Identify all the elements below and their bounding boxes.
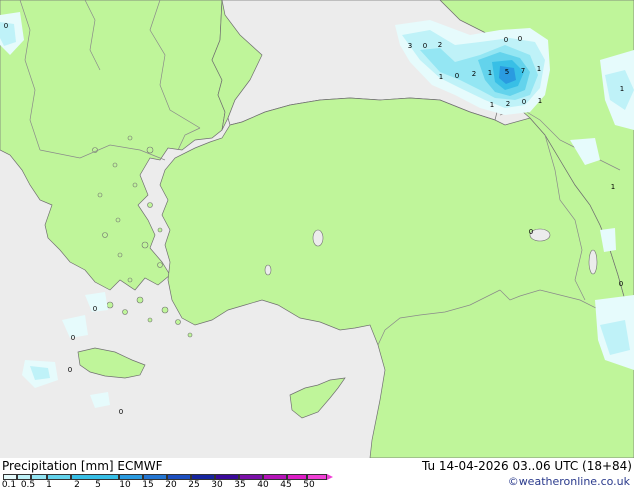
precip-value: 3 (408, 42, 412, 50)
model-name: ECMWF (117, 459, 163, 473)
precip-value: 0 (68, 366, 72, 374)
precip-value: 0 (93, 305, 97, 313)
precip-value: 0 (455, 72, 459, 80)
precip-value: 7 (521, 67, 525, 75)
precip-value: 1 (620, 85, 624, 93)
precip-value: 0 (619, 280, 623, 288)
valid-time: Tu 14-04-2026 03..06 UTC (18+84) (421, 459, 632, 473)
credit-link[interactable]: ©weatheronline.co.uk (508, 475, 630, 488)
precip-value: 1 (490, 101, 494, 109)
legend-label: 35 (234, 480, 246, 490)
map-canvas: 3 0 2 0 0 1 0 2 1 5 7 1 1 2 0 1 1 1 0 0 … (0, 0, 634, 458)
precip-value: 0 (529, 228, 533, 236)
legend-label: 10 (119, 480, 131, 490)
precip-value: 0 (423, 42, 427, 50)
precip-value: 1 (488, 69, 492, 77)
legend-label: 0.5 (20, 480, 36, 490)
precip-value: 0 (504, 36, 508, 44)
precip-value: 2 (506, 100, 510, 108)
legend-label: 0.1 (1, 480, 17, 490)
precip-value: 1 (611, 183, 615, 191)
legend-label: 5 (95, 480, 101, 490)
legend-label: 30 (211, 480, 223, 490)
precip-value: 0 (518, 35, 522, 43)
legend-label: 40 (257, 480, 269, 490)
precip-value: 1 (537, 65, 541, 73)
legend-label: 20 (165, 480, 177, 490)
legend-arrow-icon (327, 474, 333, 480)
precip-value: 0 (4, 22, 8, 30)
map-title: Precipitation [mm] ECMWF (2, 459, 162, 473)
product-name: Precipitation [mm] (2, 459, 114, 473)
precip-value: 1 (538, 97, 542, 105)
precip-value: 0 (522, 98, 526, 106)
legend-label: 15 (142, 480, 154, 490)
precip-value: 5 (505, 68, 509, 76)
map-footer: Precipitation [mm] ECMWF Tu 14-04-2026 0… (0, 458, 634, 490)
legend-label: 1 (46, 480, 52, 490)
precip-value: 2 (438, 41, 442, 49)
precipitation-map: 3 0 2 0 0 1 0 2 1 5 7 1 1 2 0 1 1 1 0 0 … (0, 0, 634, 458)
legend-label: 45 (280, 480, 292, 490)
legend-label: 2 (74, 480, 80, 490)
precip-value: 0 (71, 334, 75, 342)
legend-label: 25 (188, 480, 200, 490)
legend-label: 50 (303, 480, 315, 490)
precip-value: 2 (472, 70, 476, 78)
precip-value: 0 (119, 408, 123, 416)
precip-value: 1 (439, 73, 443, 81)
